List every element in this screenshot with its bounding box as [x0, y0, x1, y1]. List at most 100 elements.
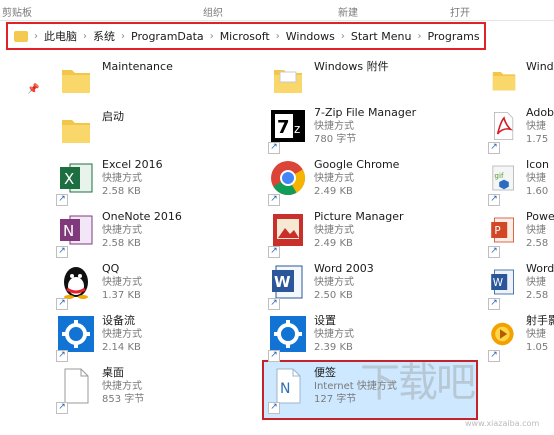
file-name: Maintenance [102, 60, 173, 73]
folder-icon [492, 72, 516, 91]
file-size: 2.58 KB [102, 238, 141, 249]
file-name: Wind [526, 60, 554, 73]
file-name: 射手影 [526, 314, 554, 327]
shortcut-arrow-icon: ↗ [56, 298, 68, 310]
file-type: 快捷方式 [314, 173, 354, 184]
file-name: Powe [526, 210, 554, 223]
shortcut-arrow-icon: ↗ [56, 402, 68, 414]
breadcrumb-programdata[interactable]: ProgramData [131, 30, 204, 43]
file-size: 2.14 KB [102, 342, 141, 353]
file-size: 2.58 [526, 238, 549, 249]
svg-text:z: z [294, 122, 300, 136]
file-name: 7-Zip File Manager [314, 106, 417, 119]
file-type: 快捷方式 [102, 381, 142, 392]
folder-icon [62, 70, 90, 93]
file-size: 2.49 KB [314, 238, 353, 249]
file-name: Word [526, 262, 554, 275]
file-name: 桌面 [102, 366, 124, 379]
shortcut-arrow-icon: ↗ [268, 246, 280, 258]
file-name: 设备流 [102, 314, 135, 327]
shortcut-arrow-icon: ↗ [268, 350, 280, 362]
file-name: Adob [526, 106, 554, 119]
svg-text:N: N [63, 222, 74, 240]
shortcut-arrow-icon: ↗ [488, 246, 500, 258]
shortcut-arrow-icon: ↗ [268, 194, 280, 206]
file-size: 2.58 KB [102, 186, 141, 197]
file-type: 快捷方式 [314, 277, 354, 288]
gear-icon [270, 316, 306, 352]
7zip-icon: 7z [271, 110, 305, 142]
shortcut-arrow-icon: ↗ [56, 194, 68, 206]
powerpoint-icon: P [491, 217, 514, 243]
shortcut-arrow-icon: ↗ [488, 298, 500, 310]
breadcrumb-start-menu[interactable]: Start Menu [351, 30, 412, 43]
file-type: 快捷方式 [102, 277, 142, 288]
file-name: 启动 [102, 110, 124, 123]
breadcrumb-programs[interactable]: Programs [427, 30, 479, 43]
file-size: 2.50 KB [314, 290, 353, 301]
file-size: 780 字节 [314, 134, 357, 145]
breadcrumb-this-pc[interactable]: 此电脑 [44, 28, 77, 44]
file-size: 1.75 [526, 134, 549, 145]
file-name: Excel 2016 [102, 158, 163, 171]
shortcut-arrow-icon: ↗ [268, 142, 280, 154]
breadcrumb-system[interactable]: 系统 [93, 28, 115, 44]
file-type: 快捷 [526, 329, 546, 340]
shortcut-arrow-icon: ↗ [56, 350, 68, 362]
ribbon-group-open[interactable]: 打开 [450, 4, 470, 19]
file-type: 快捷方式 [314, 121, 354, 132]
svg-text:gif: gif [494, 171, 504, 180]
shortcut-arrow-icon: ↗ [488, 142, 500, 154]
svg-text:N: N [280, 381, 290, 397]
chevron-right-icon[interactable]: › [83, 31, 87, 42]
word-icon: W [491, 269, 514, 295]
file-type: 快捷 [526, 277, 546, 288]
chevron-right-icon[interactable]: › [210, 31, 214, 42]
media-player-icon [491, 322, 514, 346]
file-name: Picture Manager [314, 210, 404, 223]
chevron-right-icon[interactable]: › [121, 31, 125, 42]
file-type: 快捷方式 [102, 329, 142, 340]
word-icon: W [272, 265, 303, 299]
chrome-icon [271, 161, 305, 195]
file-type: 快捷 [526, 225, 546, 236]
picture-manager-icon [273, 214, 303, 246]
shortcut-arrow-icon: ↗ [488, 350, 500, 362]
file-name: Google Chrome [314, 158, 400, 171]
file-type: 快捷方式 [314, 329, 354, 340]
file-type: 快捷方式 [102, 225, 142, 236]
svg-text:7: 7 [277, 117, 290, 138]
ribbon-group-clipboard[interactable]: 剪贴板 [2, 4, 32, 19]
breadcrumb-windows[interactable]: Windows [286, 30, 335, 43]
file-size: 1.05 [526, 342, 549, 353]
file-name: QQ [102, 262, 120, 275]
ribbon-group-new[interactable]: 新建 [338, 4, 358, 19]
svg-text:W: W [274, 273, 291, 291]
file-name: OneNote 2016 [102, 210, 182, 223]
file-name: Windows 附件 [314, 60, 389, 73]
breadcrumb-microsoft[interactable]: Microsoft [220, 30, 270, 43]
chevron-right-icon[interactable]: › [341, 31, 345, 42]
shortcut-arrow-icon: ↗ [268, 402, 280, 414]
chevron-right-icon[interactable]: › [276, 31, 280, 42]
internet-shortcut-file-icon: N [276, 368, 301, 404]
folder-icon [14, 30, 28, 42]
adobe-icon [494, 112, 514, 140]
address-bar[interactable]: › 此电脑 › 系统 › ProgramData › Microsoft › W… [6, 22, 486, 50]
file-type: 快捷 [526, 173, 546, 184]
ribbon-group-organize[interactable]: 组织 [203, 4, 223, 19]
file-name: 设置 [314, 314, 336, 327]
qq-penguin-icon [64, 267, 88, 299]
file-size: 1.37 KB [102, 290, 141, 301]
file-size: 1.60 [526, 186, 549, 197]
blank-file-icon [64, 368, 89, 404]
icon-editor-icon: gif [492, 165, 514, 191]
chevron-right-icon[interactable]: › [417, 31, 421, 42]
file-type: 快捷方式 [314, 225, 354, 236]
file-name: Icon [526, 158, 549, 171]
svg-text:P: P [494, 225, 500, 237]
chevron-right-icon[interactable]: › [34, 31, 38, 42]
svg-text:W: W [493, 277, 503, 289]
file-size: 2.58 [526, 290, 549, 301]
gear-icon [58, 316, 94, 352]
